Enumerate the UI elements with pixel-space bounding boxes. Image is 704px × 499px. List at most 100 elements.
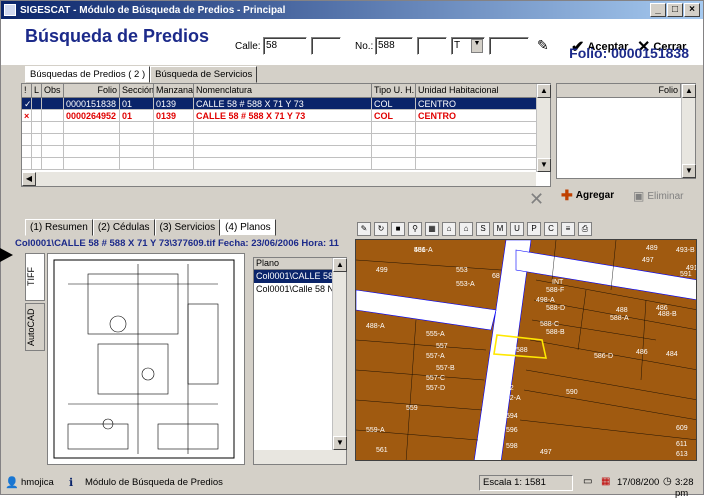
scroll-up-icon[interactable]: ▲ bbox=[537, 84, 551, 98]
tab-busqueda-servicios[interactable]: Búsqueda de Servicios bbox=[150, 66, 258, 83]
row-unidad: CENTRO bbox=[416, 98, 538, 109]
parcel-label: 557-B bbox=[436, 365, 455, 372]
plano-list: Plano Col0001\CALLE 58 Col0001\Calle 58 … bbox=[253, 257, 347, 465]
square-icon[interactable]: ■ bbox=[391, 222, 405, 236]
grid-vertical-scrollbar[interactable]: ▲ ▼ bbox=[536, 84, 551, 172]
tab-tiff[interactable]: TIFF bbox=[25, 253, 45, 301]
col-nomenclatura[interactable]: Nomenclatura bbox=[194, 84, 372, 97]
parcel-label: 553 bbox=[456, 267, 468, 274]
calle-input[interactable]: 58 bbox=[263, 37, 307, 55]
row-seccion: 01 bbox=[120, 98, 154, 109]
status-module: Módulo de Búsqueda de Predios bbox=[85, 477, 223, 488]
maximize-button[interactable]: □ bbox=[667, 3, 683, 17]
plano-path: Col0001\CALLE 58 # 588 X 71 Y 73\377609.… bbox=[15, 238, 339, 249]
pointer-arrow-icon bbox=[0, 248, 13, 262]
agregar-button[interactable]: ✚ Agregar bbox=[561, 187, 614, 204]
table-row bbox=[22, 122, 550, 134]
m-layer-icon[interactable]: M bbox=[493, 222, 507, 236]
refresh-icon[interactable]: ↻ bbox=[374, 222, 388, 236]
uh-layer-icon[interactable]: U bbox=[510, 222, 524, 236]
close-button[interactable]: × bbox=[684, 3, 700, 17]
folio-grid-header: Folio bbox=[557, 84, 695, 98]
p-layer-icon[interactable]: P bbox=[527, 222, 541, 236]
table-row bbox=[22, 146, 550, 158]
agregar-label: Agregar bbox=[575, 190, 615, 201]
parcel-label: 555-A bbox=[426, 331, 445, 338]
scroll-down-icon[interactable]: ▼ bbox=[537, 158, 551, 172]
home-alt-icon[interactable]: ⌂ bbox=[459, 222, 473, 236]
col-folio-2[interactable]: Folio bbox=[557, 84, 681, 97]
parcel-label: 497 bbox=[540, 449, 552, 456]
parcel-label: 586-D bbox=[594, 353, 613, 360]
minimize-button[interactable]: _ bbox=[650, 3, 666, 17]
pin-icon[interactable]: ⚲ bbox=[408, 222, 422, 236]
col-tipo[interactable]: Tipo U. H. bbox=[372, 84, 416, 97]
main-window: SIGESCAT - Módulo de Búsqueda de Predios… bbox=[0, 0, 704, 499]
parcel-label: 594 bbox=[506, 413, 518, 420]
parcel-label: INT bbox=[552, 279, 564, 286]
chevron-down-icon[interactable]: ▼ bbox=[471, 39, 483, 53]
parcel-label: 596 bbox=[506, 427, 518, 434]
col-seccion[interactable]: Sección bbox=[120, 84, 154, 97]
type-select[interactable]: T ▼ bbox=[451, 37, 485, 55]
grid-horizontal-scrollbar[interactable]: ◀ bbox=[22, 172, 536, 186]
c-layer-icon[interactable]: C bbox=[544, 222, 558, 236]
tab-planos[interactable]: (4) Planos bbox=[220, 219, 276, 236]
number-input[interactable]: 588 bbox=[375, 37, 413, 55]
pencil-icon[interactable]: ✎ bbox=[357, 222, 371, 236]
print-icon[interactable]: ⎙ bbox=[578, 222, 592, 236]
parcel-label: 559 bbox=[406, 405, 418, 412]
col-l[interactable]: L bbox=[32, 84, 42, 97]
tab-busquedas-predios[interactable]: Búsquedas de Predios ( 2 ) bbox=[25, 66, 151, 83]
parcel-label: 591 bbox=[680, 271, 692, 278]
scroll-up-icon[interactable]: ▲ bbox=[333, 258, 347, 272]
eliminar-label: Eliminar bbox=[647, 190, 684, 202]
col-folio[interactable]: Folio bbox=[64, 84, 120, 97]
row-status: × bbox=[22, 110, 32, 121]
eraser-icon[interactable]: ✎ bbox=[537, 37, 549, 54]
plano-list-scrollbar[interactable]: ▲ ▼ bbox=[332, 258, 347, 450]
table-row[interactable]: ✓ 0000151838 01 0139 CALLE 58 # 588 X 71… bbox=[22, 98, 550, 110]
map-toolbar: ✎ ↻ ■ ⚲ ▦ ⌂ ⌂ S M U P C ≡ ⎙ bbox=[355, 219, 697, 239]
user-icon: 👤 bbox=[5, 477, 19, 489]
grid-header: ! L Obs Folio Sección Manzana Nomenclatu… bbox=[22, 84, 550, 98]
tiff-preview[interactable] bbox=[47, 253, 245, 465]
eliminar-button[interactable]: ▣ Eliminar bbox=[633, 189, 683, 203]
col-status[interactable]: ! bbox=[22, 84, 32, 97]
parcel-label: 497 bbox=[642, 257, 654, 264]
cadastral-map[interactable]: 551 499 553 553-A 584-A 496 497 491 493-B 489 588-… bbox=[355, 239, 697, 461]
tab-servicios[interactable]: (3) Servicios bbox=[154, 219, 221, 236]
folio-grid-scrollbar[interactable]: ▲ ▼ bbox=[681, 84, 696, 178]
plano-list-hscroll[interactable] bbox=[254, 450, 346, 464]
home-icon[interactable]: ⌂ bbox=[442, 222, 456, 236]
table-row[interactable]: × 0000264952 01 0139 CALLE 58 # 588 X 71… bbox=[22, 110, 550, 122]
grid-icon[interactable]: ▦ bbox=[425, 222, 439, 236]
list-icon[interactable]: ≡ bbox=[561, 222, 575, 236]
parcel-label: 488-B bbox=[658, 311, 677, 318]
row-status: ✓ bbox=[24, 98, 32, 109]
parcel-label: 588-C bbox=[540, 321, 559, 328]
type-extra-input[interactable] bbox=[489, 37, 529, 55]
col-unidad[interactable]: Unidad Habitacional bbox=[416, 84, 538, 97]
scroll-down-icon[interactable]: ▼ bbox=[333, 436, 347, 450]
tab-autocad[interactable]: AutoCAD bbox=[25, 303, 45, 351]
calle-extra-input[interactable] bbox=[311, 37, 341, 55]
parcel-label: 584-A bbox=[531, 267, 550, 274]
scroll-down-icon[interactable]: ▼ bbox=[682, 164, 696, 178]
table-row bbox=[22, 134, 550, 146]
col-manzana[interactable]: Manzana bbox=[154, 84, 194, 97]
scroll-up-icon[interactable]: ▲ bbox=[682, 84, 696, 98]
number-extra-input[interactable] bbox=[417, 37, 447, 55]
s-layer-icon[interactable]: S bbox=[476, 222, 490, 236]
parcel-label: 498-A bbox=[536, 297, 555, 304]
delete-x-icon[interactable]: ✕ bbox=[529, 189, 544, 210]
parcel-label: 561 bbox=[376, 447, 388, 454]
parcel-label: 557-C bbox=[426, 375, 445, 382]
scroll-left-icon[interactable]: ◀ bbox=[22, 172, 36, 186]
tab-resumen[interactable]: (1) Resumen bbox=[25, 219, 93, 236]
title-bar: SIGESCAT - Módulo de Búsqueda de Predios… bbox=[1, 1, 703, 19]
col-obs[interactable]: Obs bbox=[42, 84, 64, 97]
tab-cedulas[interactable]: (2) Cédulas bbox=[92, 219, 155, 236]
status-bar: 👤 hmojica ℹ Módulo de Búsqueda de Predio… bbox=[1, 472, 703, 499]
parcel-label: 588-F bbox=[546, 287, 564, 294]
